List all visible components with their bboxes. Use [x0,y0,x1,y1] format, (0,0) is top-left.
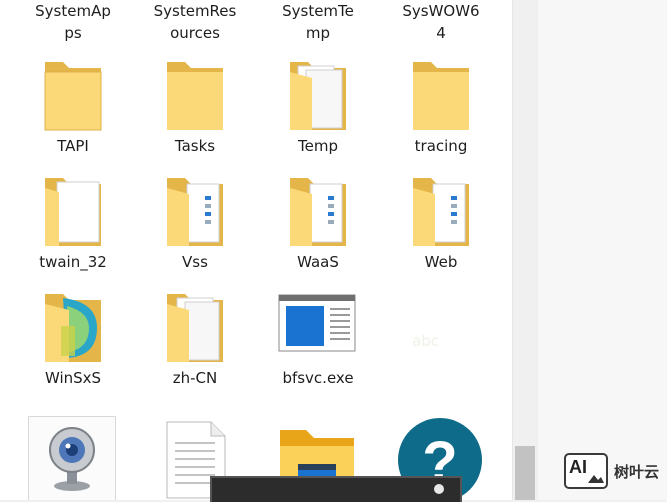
file-item-systemresources[interactable]: SystemRes ources [137,0,253,44]
folder-files-icon [413,178,469,246]
file-label: zh-CN [172,369,218,387]
file-label: SystemRes ources [153,2,237,42]
webcam-icon [49,427,95,491]
file-label: Temp [298,137,338,155]
file-item-vss[interactable]: Vss [137,170,253,274]
watermark: AI 树叶云 [564,453,659,489]
watermark-logo-text: AI [569,457,587,477]
watermark-brand: 树叶云 [614,462,660,481]
folder-winsxs-icon [45,294,101,362]
file-label: Tasks [174,137,216,155]
right-margin [538,0,667,500]
file-label: Web [424,253,458,271]
file-label: SystemAp ps [35,2,111,42]
file-item-tasks[interactable]: Tasks [137,54,253,158]
folder-files-icon [167,178,223,246]
folder-document-icon [45,178,101,246]
file-label: twain_32 [39,253,107,271]
vertical-scrollbar[interactable] [512,0,539,500]
folder-icon [167,62,223,130]
file-item-systemtemp[interactable]: SystemTe mp [260,0,376,44]
file-label: WinSxS [44,369,102,387]
file-label: SysWOW6 4 [402,2,480,42]
file-item-bfsvc-exe[interactable]: bfsvc.exe [260,286,376,390]
file-item-syswow64[interactable]: SysWOW6 4 [383,0,499,44]
folder-icon [413,62,469,130]
folder-documents-icon [290,62,346,130]
file-label: TAPI [57,137,89,155]
taskbar-popup[interactable] [210,476,462,502]
ghost-text: abc [412,332,439,350]
file-item-temp[interactable]: Temp [260,54,376,158]
file-list-pane: SystemAp ps SystemRes ources SystemTe mp… [0,0,512,500]
file-label: bfsvc.exe [282,369,354,387]
file-item-systemapps[interactable]: SystemAp ps [15,0,131,44]
file-item-zh-cn[interactable]: zh-CN [137,286,253,390]
folder-files-icon [290,178,346,246]
watermark-logo-icon: AI [564,453,608,489]
file-label: Vss [182,253,208,271]
file-label: WaaS [297,253,339,271]
file-label: tracing [414,137,468,155]
file-item-winsxs[interactable]: WinSxS [15,286,131,390]
folder-documents-icon [167,294,223,362]
exe-window-icon [278,294,356,352]
taskbar-dot-icon [434,484,444,494]
file-item-tapi[interactable]: TAPI [15,54,131,158]
file-item-web[interactable]: Web [383,170,499,274]
file-item-twain32[interactable]: twain_32 [15,170,131,274]
file-item-tracing[interactable]: tracing [383,54,499,158]
file-item-waas[interactable]: WaaS [260,170,376,274]
folder-icon [44,62,102,131]
scrollbar-thumb[interactable] [515,446,535,500]
file-label: SystemTe mp [282,2,354,42]
file-item-webcam[interactable] [15,414,131,500]
